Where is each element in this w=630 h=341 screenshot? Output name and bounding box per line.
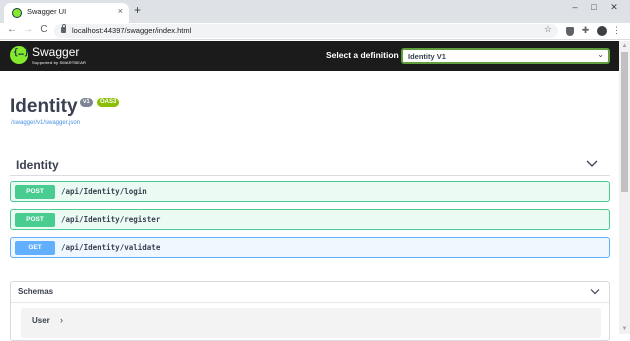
- schemas-title[interactable]: Schemas: [18, 287, 53, 296]
- swagger-logo-icon[interactable]: {…}: [10, 46, 30, 64]
- browser-tab-swagger-ui[interactable]: Swagger UI ×: [4, 3, 129, 23]
- reload-button[interactable]: C: [38, 24, 50, 35]
- url-text: localhost:44397/swagger/index.html: [72, 26, 192, 35]
- swagger-logo-subtitle: Supported by SMARTBEAR: [32, 60, 87, 65]
- operation-path: /api/Identity/login: [61, 187, 147, 196]
- chevron-down-icon: ⌄: [597, 50, 604, 59]
- chevron-down-icon[interactable]: [590, 288, 600, 296]
- version-badge: v1: [80, 98, 93, 107]
- swagger-favicon-icon: [12, 8, 22, 18]
- tab-close-icon[interactable]: ×: [118, 6, 123, 16]
- address-bar[interactable]: localhost:44397/swagger/index.html ☆: [54, 24, 558, 38]
- operation-get-validate[interactable]: GET /api/Identity/validate: [10, 237, 610, 258]
- forward-button[interactable]: →: [22, 24, 34, 35]
- scroll-down-arrow-icon[interactable]: ▼: [619, 324, 630, 334]
- new-tab-button[interactable]: +: [134, 3, 141, 17]
- window-close-button[interactable]: ✕: [605, 2, 623, 13]
- browser-toolbar: ← → C localhost:44397/swagger/index.html…: [0, 23, 630, 40]
- method-badge: GET: [15, 241, 55, 255]
- browser-tabstrip: Swagger UI × + – □ ✕: [0, 0, 630, 23]
- profile-avatar[interactable]: [597, 26, 607, 36]
- bookmark-star-icon[interactable]: ☆: [544, 24, 552, 35]
- operation-post-register[interactable]: POST /api/Identity/register: [10, 209, 610, 230]
- model-name: User: [32, 316, 50, 325]
- definition-selected-value: Identity V1: [408, 52, 446, 61]
- tab-title: Swagger UI: [27, 7, 67, 16]
- tag-title-identity[interactable]: Identity: [16, 158, 59, 172]
- operation-path: /api/Identity/validate: [61, 243, 161, 252]
- window-maximize-button[interactable]: □: [585, 2, 603, 12]
- definition-label: Select a definition: [326, 50, 399, 60]
- back-button[interactable]: ←: [6, 24, 18, 35]
- operation-path: /api/Identity/register: [61, 215, 161, 224]
- method-badge: POST: [15, 185, 55, 199]
- logo-glyph: {…}: [13, 48, 30, 58]
- method-badge: POST: [15, 213, 55, 227]
- schemas-section: Schemas User ›: [10, 281, 610, 341]
- scrollbar-thumb[interactable]: [621, 52, 628, 192]
- lock-icon: [61, 24, 66, 33]
- schemas-divider: [11, 302, 609, 303]
- swagger-json-link[interactable]: /swagger/v1/swagger.json: [11, 120, 80, 126]
- page-scrollbar[interactable]: ▲ ▼: [619, 41, 630, 334]
- oas-badge: OAS3: [97, 98, 120, 107]
- definition-select[interactable]: Identity V1 ⌄: [401, 48, 610, 64]
- scroll-up-arrow-icon[interactable]: ▲: [619, 41, 630, 51]
- swagger-logo-text[interactable]: Swagger: [32, 45, 79, 59]
- shield-extension-icon[interactable]: [566, 27, 574, 36]
- tag-divider: [10, 175, 610, 176]
- window-minimize-button[interactable]: –: [566, 2, 584, 12]
- chevron-right-icon: ›: [60, 315, 63, 325]
- browser-menu-icon[interactable]: ⋮: [611, 25, 622, 36]
- chevron-down-icon[interactable]: [586, 159, 598, 169]
- swagger-topbar: {…} Swagger Supported by SMARTBEAR Selec…: [0, 41, 619, 71]
- extensions-puzzle-icon[interactable]: ✚: [580, 25, 591, 36]
- api-title: Identity: [10, 96, 78, 117]
- operation-post-login[interactable]: POST /api/Identity/login: [10, 181, 610, 202]
